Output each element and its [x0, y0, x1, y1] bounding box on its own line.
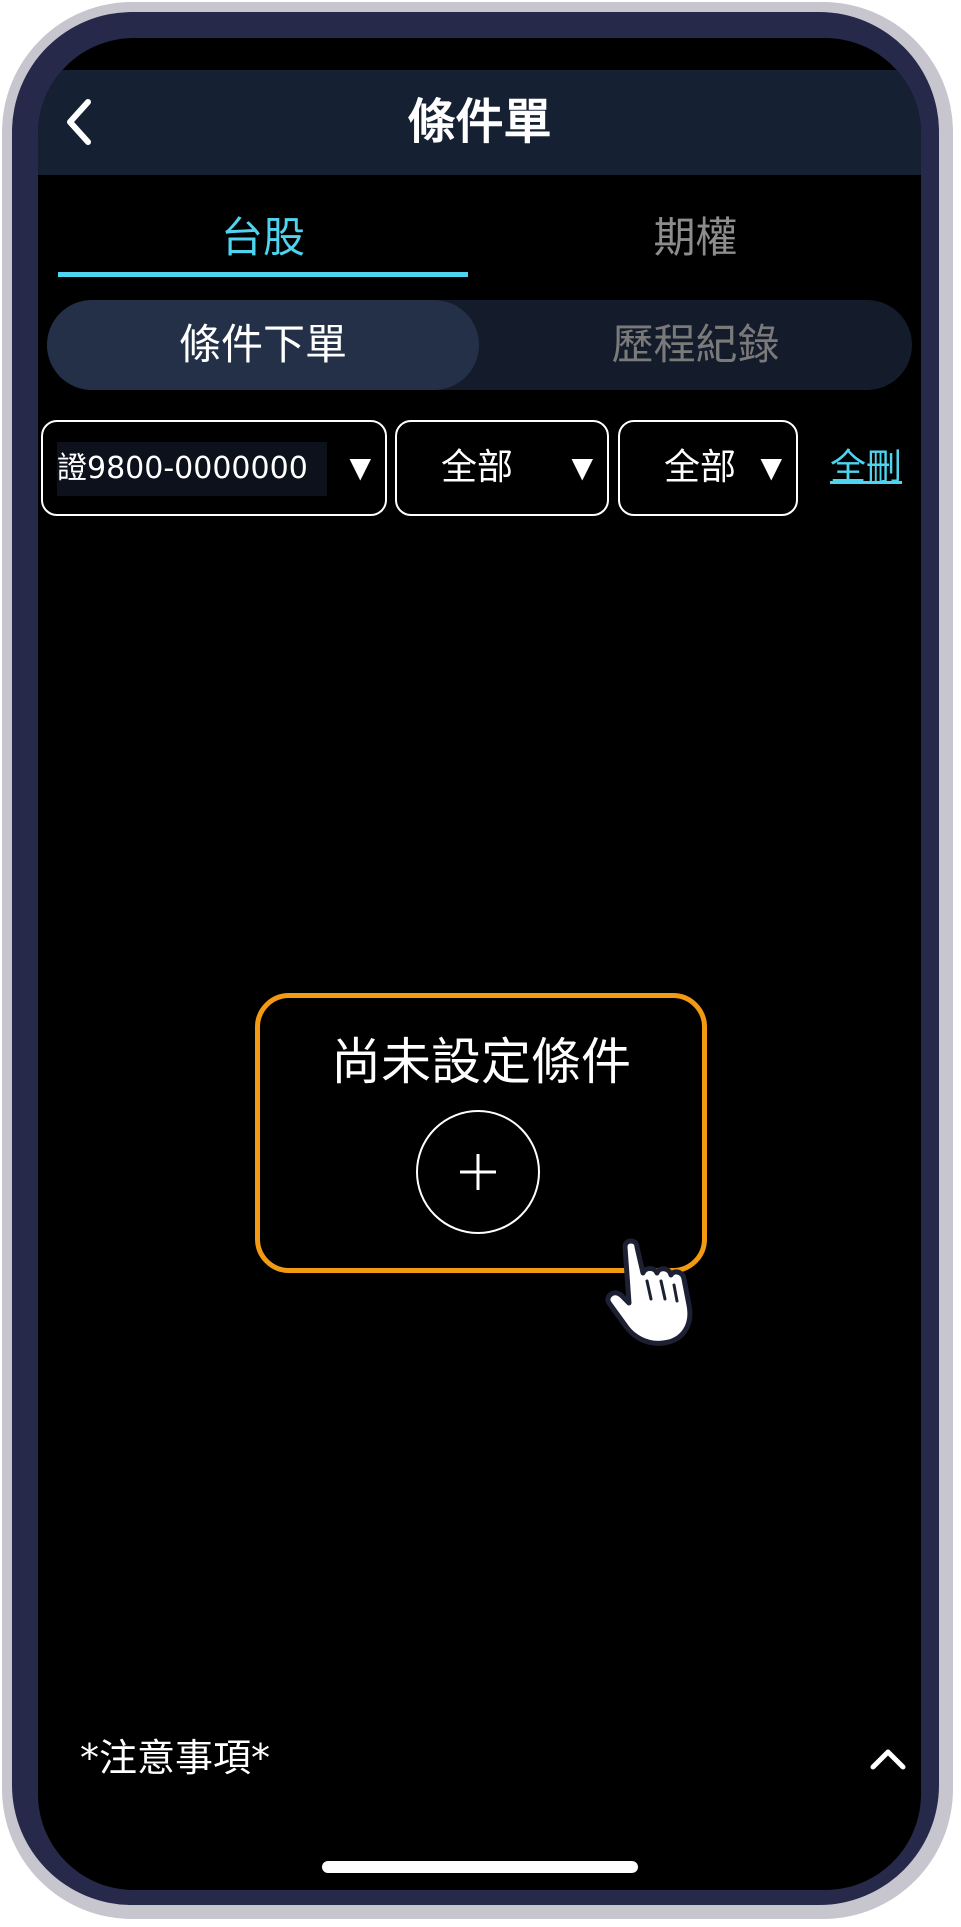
- empty-state-message: 尚未設定條件: [331, 1033, 631, 1091]
- tap-hand-icon: [603, 1233, 703, 1348]
- type-value: 全部: [440, 447, 513, 488]
- account-dropdown[interactable]: 證9800-0000000 ▼: [41, 420, 387, 516]
- back-arrow-icon[interactable]: [52, 94, 112, 150]
- add-condition-button[interactable]: [416, 1110, 540, 1234]
- home-indicator[interactable]: [322, 1861, 638, 1873]
- dropdown-arrow-icon: ▼: [760, 451, 782, 484]
- account-value: 證9800-0000000: [57, 442, 327, 496]
- screen: 條件單 台股 期權 條件下單 歷程紀錄 證9800-0000000 ▼ 全部 ▼…: [38, 38, 921, 1890]
- dropdown-arrow-icon: ▼: [571, 451, 593, 484]
- status-value: 全部: [663, 447, 736, 488]
- active-tab-indicator: [58, 272, 468, 277]
- segment-control: 條件下單 歷程紀錄: [47, 300, 912, 390]
- tab-options[interactable]: 期權: [488, 203, 903, 313]
- segment-history[interactable]: 歷程紀錄: [479, 300, 912, 390]
- notice-link[interactable]: *注意事項*: [80, 1728, 270, 1788]
- delete-all-link[interactable]: 全刪: [818, 420, 914, 516]
- page-title: 條件單: [407, 94, 552, 150]
- plus-icon: [460, 1154, 496, 1190]
- status-dropdown[interactable]: 全部 ▼: [618, 420, 798, 516]
- dropdown-arrow-icon: ▼: [349, 451, 371, 484]
- tab-stock[interactable]: 台股: [58, 203, 468, 313]
- header-bar: 條件單: [38, 70, 921, 175]
- segment-condition-order[interactable]: 條件下單: [47, 300, 479, 390]
- chevron-up-icon[interactable]: [863, 1733, 913, 1783]
- type-dropdown[interactable]: 全部 ▼: [395, 420, 609, 516]
- empty-state-card[interactable]: 尚未設定條件: [255, 993, 707, 1273]
